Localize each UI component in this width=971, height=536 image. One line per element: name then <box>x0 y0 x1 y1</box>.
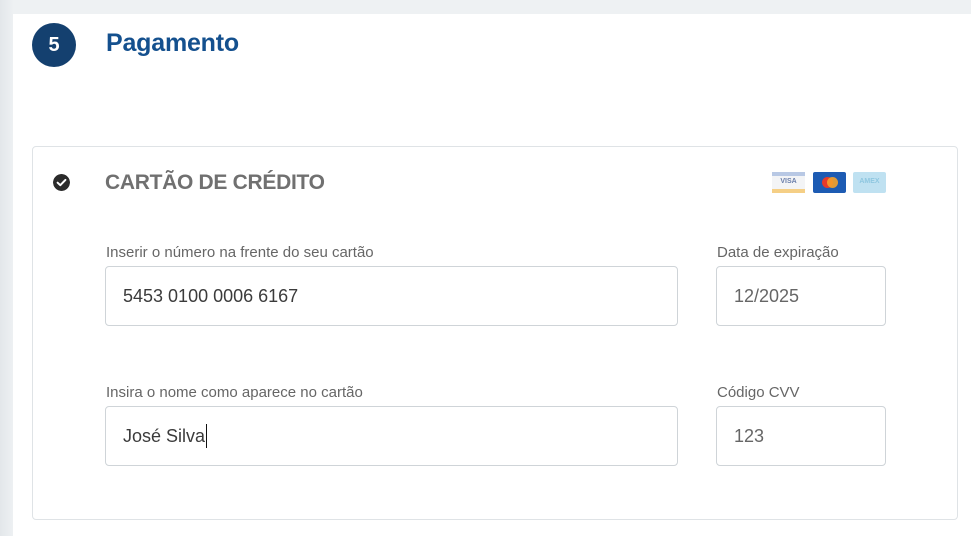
expiration-value: 12/2025 <box>734 285 800 306</box>
cvv-input[interactable]: 123 <box>716 406 886 466</box>
card-name-value: José Silva <box>123 425 206 446</box>
page-background <box>0 0 14 536</box>
card-number-label: Inserir o número na frente do seu cartão <box>106 244 374 261</box>
step-number-badge: 5 <box>32 23 76 67</box>
expiration-label: Data de expiração <box>717 244 839 261</box>
card-number-value: 5453 0100 0006 6167 <box>123 285 299 306</box>
payment-method-title: CARTÃO DE CRÉDITO <box>105 171 325 194</box>
expiration-input[interactable]: 12/2025 <box>716 266 886 326</box>
text-cursor <box>206 424 208 448</box>
section-title: Pagamento <box>106 29 239 57</box>
card-name-label: Insira o nome como aparece no cartão <box>106 384 363 401</box>
visa-icon: VISA <box>772 172 805 193</box>
amex-text: AMEX <box>859 178 880 185</box>
cvv-value: 123 <box>734 425 765 446</box>
amex-icon: AMEX <box>853 172 886 193</box>
mastercard-icon <box>813 172 846 193</box>
card-name-input[interactable]: José Silva <box>105 406 678 466</box>
visa-text: VISA <box>780 178 797 185</box>
cvv-label: Código CVV <box>717 384 800 401</box>
card-number-input[interactable]: 5453 0100 0006 6167 <box>105 266 678 326</box>
check-circle-icon[interactable] <box>53 174 70 191</box>
